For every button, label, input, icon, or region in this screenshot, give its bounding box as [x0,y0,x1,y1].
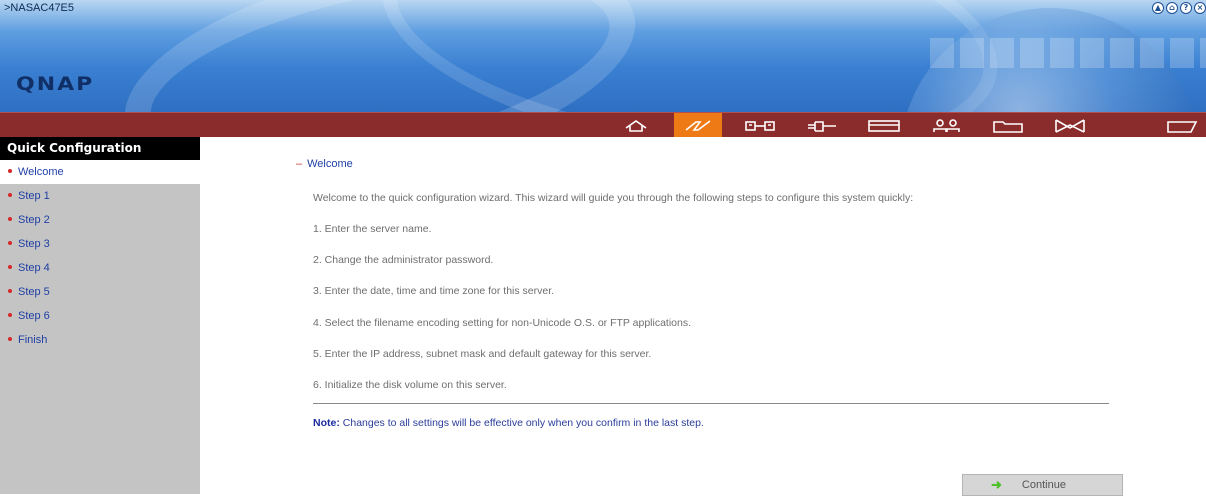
step-text: 4. Select the filename encoding setting … [313,317,692,329]
sidebar-item-label: Finish [18,334,48,346]
home-nav-icon[interactable] [612,113,660,138]
bullet-icon [8,289,12,294]
arrow-right-icon: ➜ [991,477,1002,492]
banner-grid-graphic [930,38,1206,68]
continue-button[interactable]: ➜ Continue [962,474,1123,496]
sidebar-item-label: Step 5 [18,286,50,298]
disk-nav-icon[interactable] [860,113,908,138]
sidebar-item-step-4[interactable]: Step 4 [0,256,200,280]
sidebar-item-label: Step 1 [18,190,50,202]
bullet-icon [8,313,12,318]
sidebar: Quick Configuration Welcome Step 1 Step … [0,137,200,494]
collapse-icon[interactable]: – [296,158,302,170]
network-nav-icon[interactable] [798,113,846,138]
server-name: >NASAC47E5 [4,2,75,14]
main-content: – Welcome Welcome to the quick configurat… [200,137,1206,496]
step-text: 2. Change the administrator password. [313,254,494,266]
sidebar-item-label: Step 3 [18,238,50,250]
sidebar-item-welcome[interactable]: Welcome [0,160,200,184]
note-text: Changes to all settings will be effectiv… [342,417,704,429]
qnap-logo: QNAP [16,73,95,96]
share-folder-nav-icon[interactable] [984,113,1032,138]
sidebar-item-label: Step 6 [18,310,50,322]
up-icon[interactable]: ▲ [1152,2,1164,14]
quick-config-nav-icon[interactable] [674,113,722,138]
step-text: 3. Enter the date, time and time zone fo… [313,285,555,297]
note: Note: Changes to all settings will be ef… [313,417,704,429]
step-text: 5. Enter the IP address, subnet mask and… [313,348,652,360]
sidebar-item-finish[interactable]: Finish [0,328,200,352]
bullet-icon [8,217,12,222]
sidebar-item-label: Step 2 [18,214,50,226]
main-nav-bar [0,112,1206,138]
top-icon-group: ▲ ⌂ ? × [1152,2,1206,14]
sidebar-item-step-3[interactable]: Step 3 [0,232,200,256]
help-icon[interactable]: ? [1180,2,1192,14]
step-text: 6. Initialize the disk volume on this se… [313,379,507,391]
note-label: Note: [313,417,340,429]
bullet-icon [8,193,12,198]
more-nav-icon[interactable] [1158,113,1206,138]
mail-nav-icon[interactable] [1046,113,1094,138]
intro-text: Welcome to the quick configuration wizar… [313,192,914,204]
bullet-icon [8,265,12,270]
bullet-icon [8,241,12,246]
step-text: 1. Enter the server name. [313,223,432,235]
sidebar-item-step-6[interactable]: Step 6 [0,304,200,328]
home-icon[interactable]: ⌂ [1166,2,1178,14]
section-title: – Welcome [296,158,353,170]
section-title-text: Welcome [307,158,353,170]
bullet-icon [8,337,12,342]
sidebar-item-step-1[interactable]: Step 1 [0,184,200,208]
sidebar-item-step-2[interactable]: Step 2 [0,208,200,232]
continue-label: Continue [1021,479,1066,491]
sidebar-item-step-5[interactable]: Step 5 [0,280,200,304]
sidebar-title: Quick Configuration [0,137,200,160]
logout-icon[interactable]: × [1194,2,1206,14]
sidebar-item-label: Welcome [18,166,64,178]
sidebar-item-label: Step 4 [18,262,50,274]
divider [313,403,1109,404]
header-banner: >NASAC47E5 QNAP ▲ ⌂ ? × [0,0,1206,112]
bullet-icon [8,169,12,174]
users-nav-icon[interactable] [922,113,970,138]
system-admin-nav-icon[interactable] [736,113,784,138]
